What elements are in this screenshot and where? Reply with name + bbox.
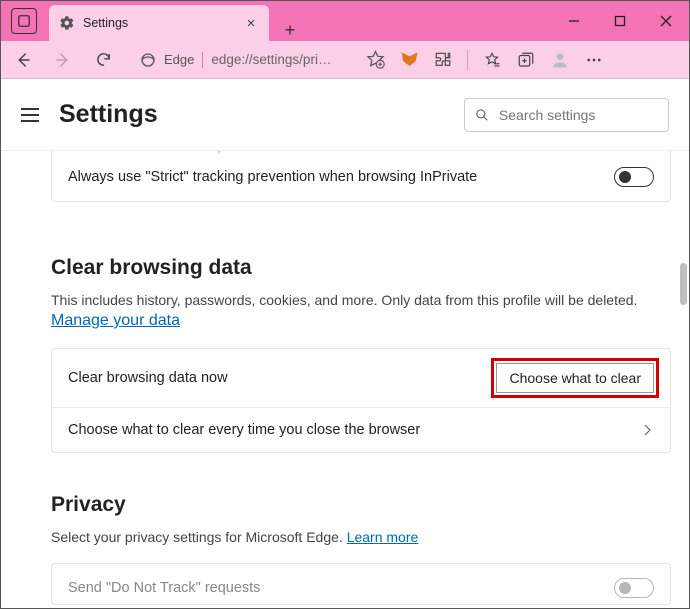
choose-what-to-clear-button[interactable]: Choose what to clear [496,363,654,393]
address-bar-url: edge://settings/pri… [211,52,338,67]
clear-data-now-label: Clear browsing data now [68,370,496,386]
privacy-learn-more-link[interactable]: Learn more [347,529,419,545]
separator [202,52,203,68]
new-tab-button[interactable]: + [275,20,305,41]
square-icon [17,14,31,28]
privacy-heading: Privacy [51,493,671,517]
titlebar: Settings × + [1,1,689,41]
strict-inprivate-label: Always use "Strict" tracking prevention … [68,169,614,185]
settings-search[interactable] [464,98,669,132]
edge-icon [140,52,156,68]
clear-data-now-row: Clear browsing data now Choose what to c… [52,349,670,407]
maximize-button[interactable] [597,1,643,41]
strict-inprivate-row: Always use "Strict" tracking prevention … [52,153,670,201]
chevron-right-icon [640,423,654,437]
strict-inprivate-toggle[interactable] [614,167,654,187]
close-window-button[interactable] [643,1,689,41]
forward-button[interactable] [49,46,77,74]
search-icon [475,107,489,123]
address-bar-label: Edge [164,52,194,67]
ellipsis-icon [585,51,603,69]
settings-search-input[interactable] [499,107,658,123]
window-controls [551,1,689,41]
clear-on-close-label: Choose what to clear every time you clos… [68,422,640,438]
puzzle-icon [434,51,452,69]
separator [467,50,468,70]
profile-button[interactable] [550,50,570,70]
tab-close-button[interactable]: × [243,15,259,31]
favorites-button[interactable] [482,50,502,70]
gear-icon [59,15,75,31]
tracking-prevention-card: Allow all trackers on sites you choose A… [51,151,671,202]
extensions-button[interactable] [433,50,453,70]
privacy-description: Select your privacy settings for Microso… [51,529,671,545]
address-bar[interactable]: Edge edge://settings/pri… [129,46,349,74]
fox-icon [400,50,419,69]
refresh-button[interactable] [89,46,117,74]
star-lines-icon [483,51,501,69]
scrollbar[interactable] [678,151,689,608]
extension-metamask[interactable] [399,50,419,70]
collections-icon [517,51,535,69]
clear-data-heading: Clear browsing data [51,256,671,280]
tab-title: Settings [83,16,235,30]
page-title: Settings [59,100,446,129]
settings-header: Settings [1,79,689,151]
manage-your-data-link[interactable]: Manage your data [51,312,180,329]
back-button[interactable] [9,46,37,74]
arrow-left-icon [14,51,32,69]
collections-button[interactable] [516,50,536,70]
refresh-icon [95,51,112,68]
dnt-label: Send "Do Not Track" requests [68,580,614,596]
minimize-button[interactable] [551,1,597,41]
settings-menu-button[interactable] [21,105,41,125]
browser-toolbar: Edge edge://settings/pri… [1,41,689,79]
clear-on-close-row[interactable]: Choose what to clear every time you clos… [52,407,670,452]
tab-strip: Settings × + [1,1,305,41]
clear-data-description: This includes history, passwords, cookie… [51,292,671,308]
tab-actions-button[interactable] [11,8,37,34]
dnt-row: Send "Do Not Track" requests [52,564,670,604]
app-window: Settings × + Edge edge://settings/pri… [0,0,690,609]
privacy-card: Send "Do Not Track" requests [51,563,671,605]
clear-data-card: Clear browsing data now Choose what to c… [51,348,671,453]
scrollbar-thumb[interactable] [680,263,687,305]
star-add-icon [366,50,385,69]
browser-tab[interactable]: Settings × [49,5,269,41]
arrow-right-icon [54,51,72,69]
dnt-toggle[interactable] [614,578,654,598]
favorite-button[interactable] [365,50,385,70]
more-menu-button[interactable] [584,50,604,70]
person-icon [550,50,570,70]
settings-content: Allow all trackers on sites you choose A… [1,151,689,608]
